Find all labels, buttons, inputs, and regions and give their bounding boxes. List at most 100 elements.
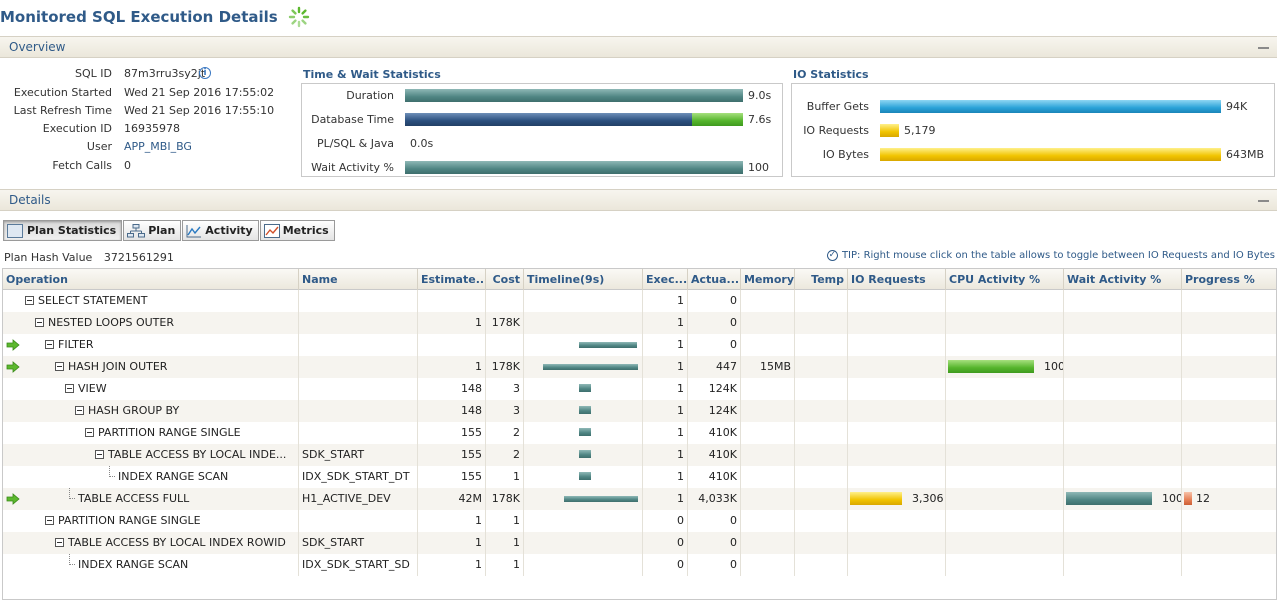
table-row[interactable]: TABLE ACCESS BY LOCAL INDEX ROWID SDK_STA… — [3, 532, 1276, 554]
tab-metrics[interactable]: Metrics — [259, 220, 335, 241]
column-header[interactable]: Timeline(9s) — [524, 269, 643, 290]
collapse-toggle-icon[interactable] — [75, 406, 84, 415]
tab-label: Activity — [205, 224, 253, 237]
metric-value: 3,306 — [912, 492, 944, 505]
collapse-toggle-icon[interactable] — [25, 296, 34, 305]
io-requests-bar — [880, 124, 899, 137]
collapse-toggle-icon[interactable] — [85, 428, 94, 437]
column-header[interactable]: Wait Activity % — [1064, 269, 1182, 290]
io-stats-title: IO Statistics — [793, 68, 869, 81]
collapse-icon[interactable] — [1258, 47, 1269, 49]
database-time-bar — [405, 113, 692, 126]
table-cell — [1064, 312, 1182, 334]
operation-label: HASH GROUP BY — [88, 404, 180, 417]
table-cell — [1064, 400, 1182, 422]
timeline-bar — [543, 364, 638, 370]
field-value-user[interactable]: APP_MBI_BG — [124, 140, 192, 153]
table-row[interactable]: FILTER 1 0 — [3, 334, 1276, 356]
table-row[interactable]: INDEX RANGE SCAN IDX_SDK_START_SD 1 1 0 0 — [3, 554, 1276, 576]
column-header[interactable]: Name — [299, 269, 418, 290]
table-cell: 0 — [688, 290, 741, 312]
column-header[interactable]: Progress % — [1182, 269, 1276, 290]
tab-plan-statistics[interactable]: Plan Statistics — [3, 220, 123, 241]
table-cell — [1064, 510, 1182, 532]
table-cell: 410K — [688, 422, 741, 444]
field-label-fetch-calls: Fetch Calls — [52, 159, 112, 172]
collapse-toggle-icon[interactable] — [65, 384, 74, 393]
table-cell: 1 — [643, 466, 688, 488]
table-cell — [299, 510, 418, 532]
table-cell — [946, 466, 1064, 488]
collapse-toggle-icon[interactable] — [55, 538, 64, 547]
column-header[interactable]: Operation — [3, 269, 299, 290]
details-header-label: Details — [9, 193, 51, 207]
column-header[interactable]: Estimate... — [418, 269, 486, 290]
table-cell: 2 — [486, 422, 524, 444]
table-cell — [741, 554, 795, 576]
table-cell: H1_ACTIVE_DEV — [299, 488, 418, 510]
table-cell — [1064, 466, 1182, 488]
table-cell — [795, 356, 848, 378]
collapse-toggle-icon[interactable] — [45, 340, 54, 349]
activity-chart-icon — [186, 224, 202, 237]
table-cell: 15MB — [741, 356, 795, 378]
column-header[interactable]: IO Requests — [848, 269, 946, 290]
overview-header[interactable]: Overview — [0, 36, 1277, 58]
plan-statistics-table: Operation Name Estimate... Cost Timeline(9s)… — [2, 268, 1277, 600]
database-time-label: Database Time — [311, 113, 394, 126]
table-cell — [795, 554, 848, 576]
details-header[interactable]: Details — [0, 189, 1277, 211]
table-row[interactable]: SELECT STATEMENT 1 0 — [3, 290, 1276, 312]
table-cell: 178K — [486, 312, 524, 334]
table-cell — [524, 334, 643, 356]
progress-bar — [1184, 492, 1192, 505]
table-cell — [1064, 554, 1182, 576]
table-cell — [795, 422, 848, 444]
tab-activity[interactable]: Activity — [182, 220, 259, 241]
info-icon[interactable]: i — [199, 67, 211, 79]
tab-plan[interactable]: Plan — [123, 220, 182, 241]
column-header[interactable]: Actua... — [688, 269, 741, 290]
table-cell: 0 — [643, 532, 688, 554]
table-cell — [848, 422, 946, 444]
io-stats-panel: Buffer Gets 94K IO Requests 5,179 IO Byt… — [791, 83, 1275, 177]
table-cell: 178K — [486, 488, 524, 510]
collapse-toggle-icon[interactable] — [95, 450, 104, 459]
column-header[interactable]: Exec... — [643, 269, 688, 290]
table-row[interactable]: PARTITION RANGE SINGLE 155 2 1 410K — [3, 422, 1276, 444]
table-row[interactable]: HASH JOIN OUTER 1 178K 1 447 15MB 100 — [3, 356, 1276, 378]
table-cell — [1064, 334, 1182, 356]
table-cell — [1182, 554, 1276, 576]
time-wait-panel: Duration 9.0s Database Time 7.6s PL/SQL … — [301, 83, 783, 177]
table-cell: 1 — [643, 400, 688, 422]
metric-bar — [1066, 492, 1152, 505]
column-header[interactable]: Temp — [795, 269, 848, 290]
table-row[interactable]: VIEW 148 3 1 124K — [3, 378, 1276, 400]
collapse-icon[interactable] — [1258, 200, 1269, 202]
operation-label: PARTITION RANGE SINGLE — [98, 426, 241, 439]
active-arrow-icon — [6, 361, 20, 373]
table-cell — [1064, 378, 1182, 400]
duration-bar — [405, 89, 743, 102]
table-row[interactable]: TABLE ACCESS FULL H1_ACTIVE_DEV 42M 178K 1 4,… — [3, 488, 1276, 510]
tab-label: Plan — [148, 224, 176, 237]
table-cell — [795, 532, 848, 554]
table-row[interactable]: TABLE ACCESS BY LOCAL INDE... SDK_START 15… — [3, 444, 1276, 466]
table-cell — [848, 400, 946, 422]
collapse-toggle-icon[interactable] — [35, 318, 44, 327]
table-cell: 3 — [486, 378, 524, 400]
table-cell: 410K — [688, 444, 741, 466]
table-row[interactable]: PARTITION RANGE SINGLE 1 1 0 0 — [3, 510, 1276, 532]
table-cell: 2 — [486, 444, 524, 466]
table-row[interactable]: NESTED LOOPS OUTER 1 178K 1 0 — [3, 312, 1276, 334]
column-header[interactable]: Memory — [741, 269, 795, 290]
table-row[interactable]: INDEX RANGE SCAN IDX_SDK_START_DT 155 1 1 410… — [3, 466, 1276, 488]
table-cell: PARTITION RANGE SINGLE — [3, 422, 299, 444]
collapse-toggle-icon[interactable] — [55, 362, 64, 371]
table-cell — [795, 444, 848, 466]
table-row[interactable]: HASH GROUP BY 148 3 1 124K — [3, 400, 1276, 422]
operation-label: FILTER — [58, 338, 94, 351]
column-header[interactable]: Cost — [486, 269, 524, 290]
column-header[interactable]: CPU Activity % — [946, 269, 1064, 290]
collapse-toggle-icon[interactable] — [45, 516, 54, 525]
